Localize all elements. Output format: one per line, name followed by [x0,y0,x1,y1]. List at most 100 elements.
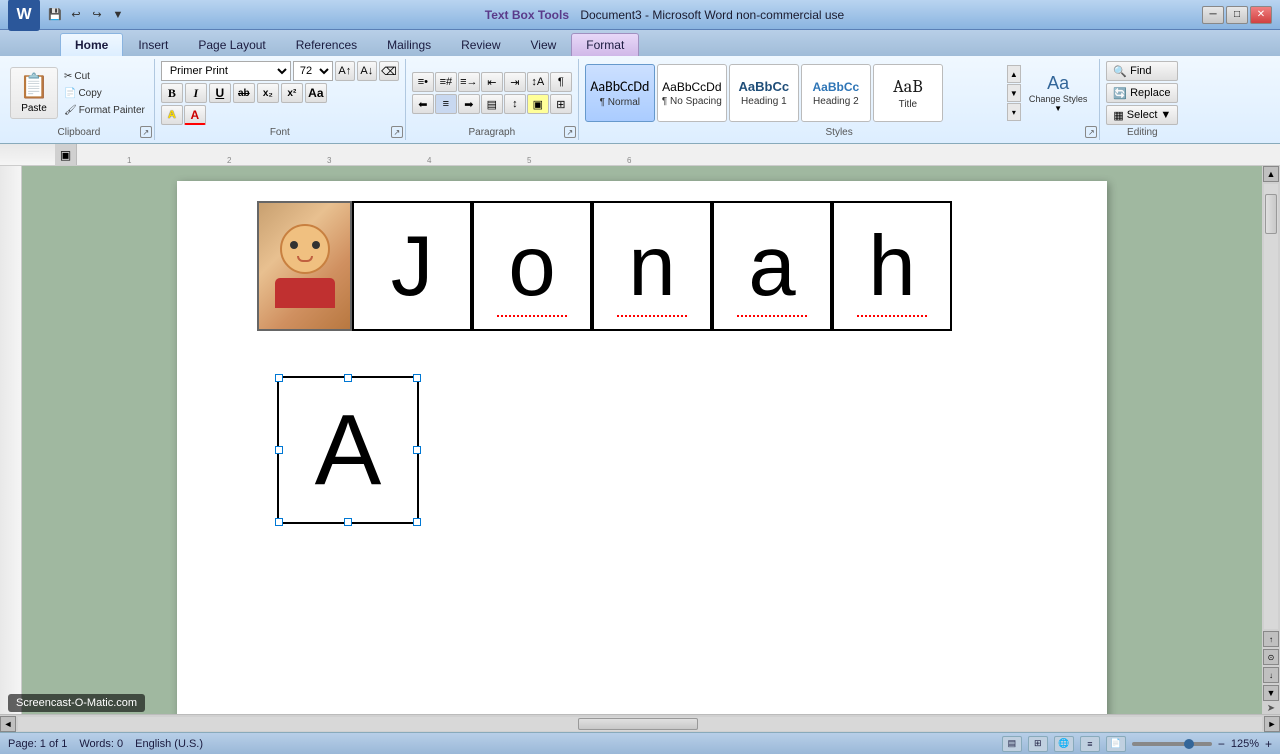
tab-home[interactable]: Home [60,33,123,56]
sort-button[interactable]: ↕A [527,72,549,92]
bold-button[interactable]: B [161,83,183,103]
language[interactable]: English (U.S.) [135,738,203,750]
tab-view[interactable]: View [516,33,572,56]
scroll-down-arrow[interactable]: ▼ [1263,685,1279,701]
styles-more-btn[interactable]: ▾ [1007,103,1021,121]
word-count[interactable]: Words: 0 [79,738,123,750]
italic-button[interactable]: I [185,83,207,103]
handle-top-left[interactable] [275,374,283,382]
more-quick-btn[interactable]: ▼ [109,6,127,24]
numbering-button[interactable]: ≡# [435,72,457,92]
hscroll-left[interactable]: ◄ [0,716,16,732]
handle-top-center[interactable] [344,374,352,382]
full-screen-btn[interactable]: ⊞ [1028,736,1048,752]
draft-btn[interactable]: 📄 [1106,736,1126,752]
increase-indent-button[interactable]: ⇥ [504,72,526,92]
highlight-button[interactable]: A [161,105,183,125]
styles-scroll-up[interactable]: ▲ [1007,65,1021,83]
find-button[interactable]: 🔍 Find [1106,61,1178,81]
scroll-thumb[interactable] [1265,194,1277,234]
zoom-in-btn[interactable]: + [1265,737,1272,751]
paragraph-dialog-launcher[interactable]: ↗ [564,126,576,138]
handle-middle-right[interactable] [413,446,421,454]
borders-button[interactable]: ⊞ [550,94,572,114]
hscroll-track[interactable] [18,717,1262,731]
underline-button[interactable]: U [209,83,231,103]
document-page[interactable]: J o n a h [177,181,1107,714]
copy-button[interactable]: 📄 Copy [61,85,148,101]
change-case-button[interactable]: Aa [305,83,327,103]
select-button[interactable]: ▦ Select ▼ [1106,105,1178,125]
scroll-up-arrow[interactable]: ▲ [1263,166,1279,182]
zoom-slider[interactable] [1132,742,1212,746]
vertical-scrollbar[interactable]: ▲ ↑ ⊙ ↓ ▼ ➤ [1262,166,1280,714]
hscroll-thumb[interactable] [578,718,698,730]
show-formatting-button[interactable]: ¶ [550,72,572,92]
selected-textbox[interactable]: A [277,376,419,524]
align-center-button[interactable]: ≡ [435,94,457,114]
horizontal-scrollbar[interactable]: ◄ ► [0,714,1280,732]
cut-button[interactable]: ✂ Cut [61,68,148,84]
align-left-button[interactable]: ⬅ [412,94,434,114]
strikethrough-button[interactable]: ab [233,83,255,103]
decrease-font-btn[interactable]: A↓ [357,61,377,81]
style-normal[interactable]: AaBbCcDd ¶ Normal [585,64,655,122]
scroll-center[interactable]: ⊙ [1263,649,1279,665]
align-right-button[interactable]: ➡ [458,94,480,114]
page-info[interactable]: Page: 1 of 1 [8,738,67,750]
handle-bottom-right[interactable] [413,518,421,526]
font-size-select[interactable]: 72 [293,61,333,81]
tab-mailings[interactable]: Mailings [372,33,446,56]
zoom-thumb[interactable] [1184,739,1194,749]
font-color-button[interactable]: A [184,105,206,125]
tab-page-layout[interactable]: Page Layout [183,33,280,56]
save-quick-btn[interactable]: 💾 [46,6,64,24]
maximize-button[interactable]: □ [1226,6,1248,24]
style-heading2[interactable]: AaBbCc Heading 2 [801,64,871,122]
redo-quick-btn[interactable]: ↪ [88,6,106,24]
minimize-button[interactable]: ─ [1202,6,1224,24]
bullets-button[interactable]: ≡• [412,72,434,92]
web-layout-btn[interactable]: 🌐 [1054,736,1074,752]
clear-formatting-btn[interactable]: ⌫ [379,61,399,81]
paste-button[interactable]: 📋 Paste [10,67,58,119]
line-spacing-button[interactable]: ↕ [504,94,526,114]
undo-quick-btn[interactable]: ↩ [67,6,85,24]
print-layout-btn[interactable]: ▤ [1002,736,1022,752]
zoom-out-btn[interactable]: − [1218,737,1225,751]
font-dialog-launcher[interactable]: ↗ [391,126,403,138]
scroll-page-down[interactable]: ↓ [1263,667,1279,683]
scroll-track[interactable] [1264,184,1278,629]
multilevel-button[interactable]: ≡→ [458,72,480,92]
font-name-select[interactable]: Primer Print [161,61,291,81]
decrease-indent-button[interactable]: ⇤ [481,72,503,92]
format-painter-button[interactable]: 🖌 Format Painter [61,102,148,118]
increase-font-btn[interactable]: A↑ [335,61,355,81]
document-scroll[interactable]: J o n a h [22,166,1262,714]
handle-bottom-center[interactable] [344,518,352,526]
outline-btn[interactable]: ≡ [1080,736,1100,752]
replace-button[interactable]: 🔄 Replace [1106,83,1178,103]
zoom-level[interactable]: 125% [1231,738,1259,750]
shading-button[interactable]: ▣ [527,94,549,114]
close-button[interactable]: ✕ [1250,6,1272,24]
hscroll-right[interactable]: ► [1264,716,1280,732]
subscript-button[interactable]: x₂ [257,83,279,103]
clipboard-dialog-launcher[interactable]: ↗ [140,126,152,138]
style-no-spacing[interactable]: AaBbCcDd ¶ No Spacing [657,64,727,122]
styles-scroll-down[interactable]: ▼ [1007,84,1021,102]
tab-review[interactable]: Review [446,33,515,56]
style-title[interactable]: AaB Title [873,64,943,122]
scroll-page-up[interactable]: ↑ [1263,631,1279,647]
tab-references[interactable]: References [281,33,372,56]
handle-bottom-left[interactable] [275,518,283,526]
change-styles-button[interactable]: Aa Change Styles ▼ [1023,69,1094,118]
handle-top-right[interactable] [413,374,421,382]
superscript-button[interactable]: x² [281,83,303,103]
tab-format[interactable]: Format [571,33,639,56]
handle-middle-left[interactable] [275,446,283,454]
tab-insert[interactable]: Insert [123,33,183,56]
justify-button[interactable]: ▤ [481,94,503,114]
styles-dialog-launcher[interactable]: ↗ [1085,126,1097,138]
style-heading1[interactable]: AaBbCc Heading 1 [729,64,799,122]
